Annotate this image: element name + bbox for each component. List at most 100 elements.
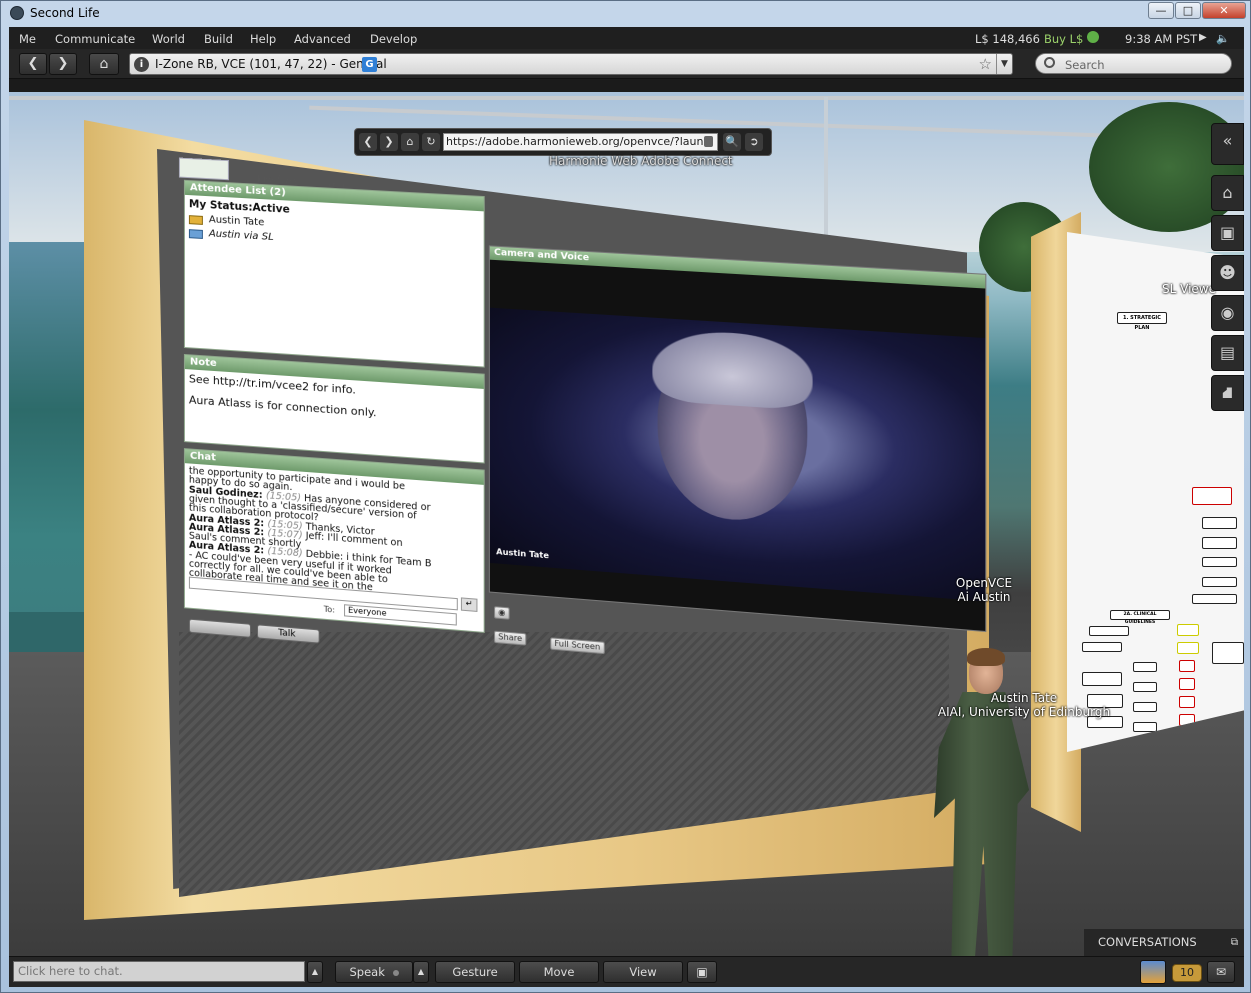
chat-text: Jeff: I'll comment on (305, 530, 403, 549)
note-line: Aura Atlass is for connection only. (188, 393, 377, 420)
microphone-menu-button[interactable] (188, 618, 251, 638)
viewer-client: Me Communicate World Build Help Advanced… (9, 27, 1244, 987)
camera-settings-button[interactable]: ◉ (494, 606, 510, 620)
sidebar-people-icon[interactable]: ☻ (1211, 255, 1244, 291)
attendee-austin-via-sl[interactable]: Austin via SL (209, 228, 274, 243)
media-open-external-button[interactable]: ➲ (745, 133, 763, 151)
attendee-list-pod: Attendee List (2) My Status:Active Austi… (183, 179, 485, 368)
menu-world[interactable]: World (152, 32, 185, 46)
avatar-hair (967, 648, 1005, 666)
adobe-connect-surface[interactable]: Meeting Help Attendee List (2) My Status… (169, 157, 1003, 728)
notification-count[interactable]: 10 (1172, 964, 1202, 982)
app-window: Second Life — □ ✕ Me Communicate World B… (0, 0, 1251, 993)
send-icon[interactable]: ↵ (460, 597, 478, 612)
strategic-plan-node: 1. STRATEGIC PLAN (1117, 312, 1167, 331)
sidebar-home-icon[interactable]: ⌂ (1211, 175, 1244, 211)
fullscreen-button[interactable]: Full Screen (550, 637, 605, 655)
volume-icon[interactable]: 🔈 (1216, 32, 1230, 45)
sidebar-inventory-icon[interactable]: ▤ (1211, 335, 1244, 371)
chart-node (1202, 517, 1237, 529)
bottom-tray: Click here to chat. ▲ Speak ▲ Gesture Mo… (9, 956, 1244, 987)
speak-options-button[interactable]: ▲ (413, 961, 429, 983)
menu-advanced[interactable]: Advanced (294, 32, 351, 46)
close-button[interactable]: ✕ (1202, 2, 1246, 19)
chart-node (1179, 696, 1195, 708)
snapshot-icon[interactable]: ▣ (687, 961, 717, 983)
share-button[interactable]: Share (494, 630, 527, 646)
second-life-logo-icon (10, 6, 24, 20)
chart-node (1133, 722, 1157, 732)
navigation-bar: ❮ ❯ ⌂ i I-Zone RB, VCE (101, 47, 22) - G… (9, 49, 1244, 79)
openvce-tag: OpenVCE (955, 576, 1013, 590)
location-bar[interactable]: i I-Zone RB, VCE (101, 47, 22) - General… (129, 53, 1013, 75)
to-label: To: (323, 604, 336, 615)
view-button[interactable]: View (603, 961, 683, 983)
chart-node (1192, 594, 1237, 604)
media-zoom-button[interactable]: 🔍 (723, 133, 741, 151)
media-back-button[interactable]: ❮ (359, 133, 377, 151)
chart-node (1082, 672, 1122, 686)
chart-node (1082, 642, 1122, 652)
sidebar-places-icon[interactable]: ◉ (1211, 295, 1244, 331)
my-status[interactable]: My Status:Active (189, 198, 290, 216)
conversations-button[interactable]: CONVERSATIONS ⧉ (1084, 929, 1244, 956)
note-pod: Note See http://tr.im/vcee2 for info. Au… (183, 353, 485, 464)
place-info-icon[interactable]: i (134, 57, 149, 72)
search-placeholder: Search (1065, 58, 1105, 72)
talk-button[interactable]: Talk (257, 624, 320, 644)
speak-button[interactable]: Speak (335, 961, 413, 983)
participant-icon (188, 229, 203, 239)
clock: 9:38 AM PST (1125, 32, 1198, 46)
gesture-button[interactable]: Gesture (435, 961, 515, 983)
world-view[interactable]: Meeting Help Attendee List (2) My Status… (9, 92, 1244, 956)
home-button[interactable]: ⌂ (89, 53, 119, 75)
chart-node (1133, 662, 1157, 672)
avatar-group: AIAI, University of Edinburgh (937, 705, 1111, 719)
search-input[interactable]: Search (1035, 53, 1232, 74)
media-forward-button[interactable]: ❯ (380, 133, 398, 151)
group-chat-icon[interactable] (1140, 960, 1166, 984)
menu-me[interactable]: Me (19, 32, 36, 46)
lock-icon (704, 136, 713, 147)
avatar-name: Austin Tate (990, 691, 1058, 705)
title-bar: Second Life — □ ✕ (1, 1, 1251, 27)
speak-label: Speak (349, 965, 385, 979)
media-url: https://adobe.harmonieweb.org/openvce/?l… (446, 135, 710, 148)
media-url-input[interactable]: https://adobe.harmonieweb.org/openvce/?l… (443, 133, 718, 151)
sidebar-profile-icon[interactable]: ▣ (1211, 215, 1244, 251)
media-title: Harmonie Web Adobe Connect (549, 154, 733, 168)
attendee-austin-tate[interactable]: Austin Tate (209, 214, 264, 228)
chart-node (1179, 660, 1195, 672)
search-icon (1044, 57, 1055, 68)
notifications-envelope-icon[interactable]: ✉ (1207, 961, 1235, 983)
chart-node (1202, 577, 1237, 587)
chat-history-button[interactable]: ▲ (307, 961, 323, 983)
favorite-star-icon[interactable]: ☆ (979, 55, 992, 73)
menu-help[interactable]: Help (250, 32, 276, 46)
chart-node (1179, 678, 1195, 690)
menu-communicate[interactable]: Communicate (55, 32, 135, 46)
buy-currency-icon[interactable] (1087, 31, 1099, 43)
media-reload-button[interactable]: ↻ (422, 133, 440, 151)
roof-beam (9, 96, 1244, 100)
location-dropdown-icon[interactable]: ▼ (996, 54, 1012, 74)
menu-develop[interactable]: Develop (370, 32, 417, 46)
buy-currency-link[interactable]: Buy L$ (1044, 32, 1083, 46)
chart-node (1202, 537, 1237, 549)
forward-button[interactable]: ❯ (49, 53, 77, 75)
sidebar-collapse-icon[interactable]: « (1211, 123, 1244, 165)
menu-build[interactable]: Build (204, 32, 233, 46)
maximize-button[interactable]: □ (1175, 2, 1201, 19)
undock-icon[interactable]: ⧉ (1231, 929, 1238, 956)
chart-node (1192, 487, 1232, 505)
minimize-button[interactable]: — (1148, 2, 1174, 19)
host-icon (188, 215, 203, 225)
webcam-hair (652, 327, 813, 411)
nearby-chat-input[interactable]: Click here to chat. (13, 961, 305, 982)
media-home-button[interactable]: ⌂ (401, 133, 419, 151)
move-button[interactable]: Move (519, 961, 599, 983)
avatar-name-tag: Austin Tate AIAI, University of Edinburg… (934, 691, 1114, 719)
sidebar-appearance-icon[interactable]: ⛘ (1211, 375, 1244, 411)
back-button[interactable]: ❮ (19, 53, 47, 75)
media-play-icon[interactable]: ▶ (1199, 32, 1207, 43)
